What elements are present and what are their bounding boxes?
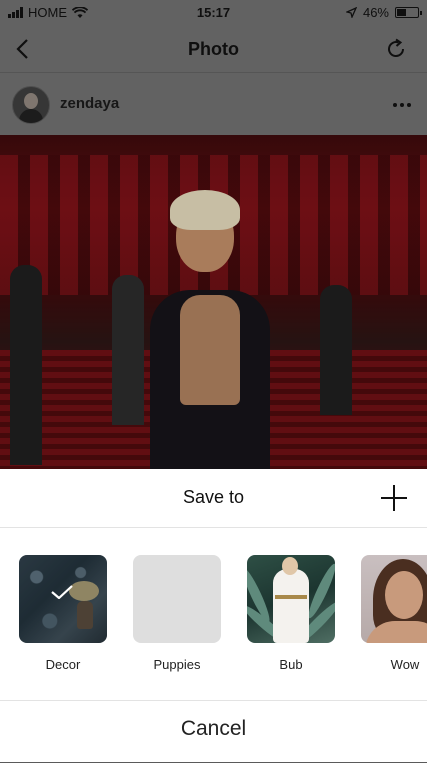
collection-thumbnail[interactable] [247,555,335,643]
collection-bub[interactable]: Bub [247,555,335,672]
collection-thumbnail[interactable] [19,555,107,643]
sheet-title: Save to [182,487,245,507]
collection-label: Decor [45,657,81,672]
collection-wow[interactable]: Wow [361,555,427,672]
save-to-sheet: Save to Decor Puppies Bub Wow Cancel [0,469,427,762]
collection-thumbnail[interactable] [133,555,221,643]
modal-scrim[interactable] [0,0,427,469]
collections-carousel[interactable]: Decor Puppies Bub Wow [19,555,427,675]
plus-icon[interactable] [381,485,407,511]
collection-label: Wow [390,657,420,672]
checkmark-icon [51,585,73,599]
cancel-row[interactable]: Cancel [0,700,427,763]
collection-thumbnail[interactable] [361,555,427,643]
collection-decor[interactable]: Decor [19,555,107,672]
collection-puppies[interactable]: Puppies [133,555,221,672]
sheet-header: Save to [0,469,427,528]
cancel-button[interactable]: Cancel [0,717,427,741]
collection-label: Puppies [153,657,201,672]
collection-label: Bub [279,657,303,672]
